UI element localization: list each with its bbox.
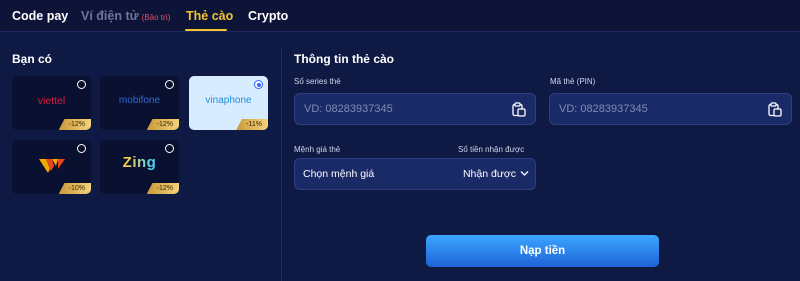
card-vietnamobile[interactable]: -10% [12, 140, 91, 194]
payment-method-tabs: Code pay Ví điện tử (Bảo trì) Thẻ cào Cry… [0, 0, 800, 32]
denomination-value: Chọn mệnh giá [303, 168, 375, 180]
card-mobifone[interactable]: mobifone -12% [100, 76, 179, 130]
denomination-select[interactable]: Chọn mệnh giá Nhận được [294, 158, 536, 190]
received-label: Số tiền nhận được [458, 145, 525, 154]
providers-title: Bạn có [12, 52, 53, 66]
pin-label: Mã thẻ (PIN) [550, 77, 596, 86]
serial-field [294, 93, 536, 125]
mobifone-logo: mobifone [118, 95, 161, 106]
received-value: Nhận được [462, 168, 516, 180]
tab-e-wallet[interactable]: Ví điện tử (Bảo trì) [81, 9, 171, 23]
discount-badge: -12% [58, 119, 91, 130]
tab-scratch-card[interactable]: Thẻ cào [186, 9, 233, 23]
tab-crypto[interactable]: Crypto [248, 9, 288, 23]
radio-button-selected[interactable] [254, 80, 263, 89]
serial-input[interactable] [304, 94, 494, 124]
clipboard-icon[interactable] [512, 102, 526, 117]
viettel-logo: viettel [37, 95, 66, 107]
chevron-down-icon [520, 171, 529, 176]
discount-badge: -10% [58, 183, 91, 194]
tab-code-pay[interactable]: Code pay [12, 9, 68, 23]
radio-button[interactable] [165, 144, 174, 153]
pin-field [549, 93, 792, 125]
clipboard-icon[interactable] [768, 102, 782, 117]
denomination-label: Mệnh giá thẻ [294, 145, 341, 154]
radio-button[interactable] [165, 80, 174, 89]
form-title: Thông tin thẻ cào [294, 52, 394, 66]
tab-e-wallet-label: Ví điện tử [81, 9, 139, 23]
submit-button[interactable]: Nạp tiền [426, 235, 659, 267]
vinaphone-logo: vinaphone [205, 95, 252, 106]
radio-button[interactable] [77, 144, 86, 153]
card-vinaphone[interactable]: vinaphone -11% [189, 76, 268, 130]
card-viettel[interactable]: viettel -12% [12, 76, 91, 130]
card-zing[interactable]: Zing -12% [100, 140, 179, 194]
discount-badge: -12% [146, 119, 179, 130]
serial-label: Số series thẻ [294, 77, 341, 86]
panel-divider [281, 48, 282, 281]
maintenance-badge: (Bảo trì) [141, 13, 171, 22]
vietnamobile-logo [38, 159, 65, 173]
pin-input[interactable] [559, 94, 749, 124]
discount-badge: -12% [146, 183, 179, 194]
zing-logo: Zing [100, 154, 179, 171]
discount-badge: -11% [236, 119, 268, 130]
radio-button[interactable] [77, 80, 86, 89]
active-tab-indicator [185, 29, 227, 31]
